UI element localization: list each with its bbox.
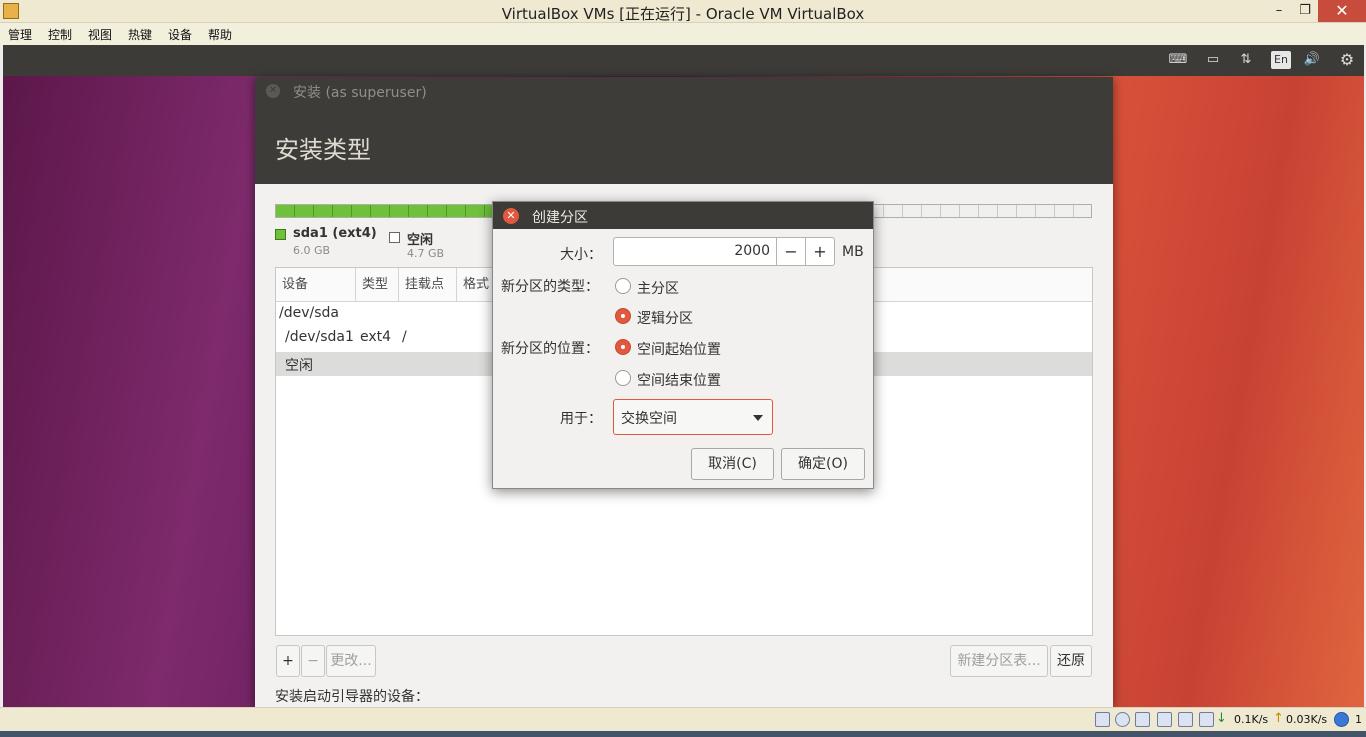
download-arrow-icon: ↓	[1216, 711, 1227, 726]
page-title: 安装类型	[275, 136, 371, 164]
close-icon[interactable]: ✕	[503, 208, 519, 224]
column-mount[interactable]: 挂载点	[399, 268, 457, 302]
radio-beginning[interactable]	[615, 339, 631, 355]
ok-button[interactable]: 确定(O)	[781, 448, 865, 480]
beginning-option-label[interactable]: 空间起始位置	[637, 339, 721, 359]
column-device[interactable]: 设备	[276, 268, 356, 302]
remove-partition-button[interactable]: −	[301, 645, 325, 677]
dialog-titlebar: ✕ 创建分区	[493, 202, 873, 229]
legend-label: 空闲	[407, 233, 434, 248]
boot-device-label: 安装启动引导器的设备：	[275, 689, 429, 705]
row-device: /dev/sda1	[285, 329, 354, 345]
radio-end[interactable]	[615, 370, 631, 386]
use-as-dropdown[interactable]: 交换空间	[613, 399, 773, 435]
host-titlebar: VirtualBox VMs [正在运行] - Oracle VM Virtua…	[0, 0, 1366, 23]
menu-control[interactable]: 控制	[48, 26, 72, 43]
hard-disk-icon[interactable]	[1095, 712, 1110, 727]
row-type: ext4	[360, 329, 392, 345]
size-input[interactable]: 2000 − +	[613, 237, 835, 266]
end-option-label[interactable]: 空间结束位置	[637, 370, 721, 390]
usb-icon[interactable]	[1157, 712, 1172, 727]
row-mount: /	[402, 329, 407, 345]
radio-primary[interactable]	[615, 278, 631, 294]
status-overflow: 1	[1355, 713, 1362, 726]
row-device: /dev/sda	[279, 305, 339, 321]
settings-gear-icon[interactable]: ⚙	[1337, 51, 1357, 69]
legend-label: sda1 (ext4)	[293, 226, 377, 241]
size-decrement-button[interactable]: −	[776, 238, 805, 265]
volume-icon[interactable]: 🔊	[1301, 51, 1323, 69]
partition-type-label: 新分区的类型：	[501, 279, 599, 295]
maximize-button[interactable]: ❐	[1292, 0, 1318, 22]
legend-item-free: 空闲 4.7 GB	[389, 229, 469, 261]
legend-swatch-free	[389, 232, 400, 243]
size-label: 大小：	[560, 247, 602, 263]
radio-logical[interactable]	[615, 308, 631, 324]
add-partition-button[interactable]: +	[276, 645, 300, 677]
network-icon[interactable]: ⇅	[1237, 51, 1255, 69]
size-increment-button[interactable]: +	[805, 238, 834, 265]
close-icon[interactable]: ✕	[266, 84, 280, 98]
keyboard-layout-indicator[interactable]: En	[1271, 51, 1291, 69]
menu-devices[interactable]: 设备	[168, 26, 192, 43]
cancel-button[interactable]: 取消(C)	[691, 448, 774, 480]
legend-size: 4.7 GB	[407, 247, 445, 260]
menu-view[interactable]: 视图	[88, 26, 112, 43]
new-partition-table-button[interactable]: 新建分区表...	[950, 645, 1048, 677]
keyboard-icon[interactable]: ⌨	[1167, 51, 1189, 69]
host-menubar: 管理 控制 视图 热键 设备 帮助	[0, 23, 1366, 45]
legend-item-sda1: sda1 (ext4) 6.0 GB	[275, 226, 395, 258]
windows-taskbar	[0, 731, 1366, 737]
ubuntu-top-panel: ⌨ ▭ ⇅ En 🔊 ⚙	[3, 45, 1364, 76]
revert-button[interactable]: 还原	[1050, 645, 1092, 677]
battery-icon[interactable]: ▭	[1201, 51, 1225, 69]
display-icon[interactable]	[1199, 712, 1214, 727]
network-adapter-icon[interactable]	[1135, 712, 1150, 727]
menu-manage[interactable]: 管理	[8, 26, 32, 43]
shared-folder-icon[interactable]	[1178, 712, 1193, 727]
logical-option-label[interactable]: 逻辑分区	[637, 308, 693, 328]
guest-desktop: ⌨ ▭ ⇅ En 🔊 ⚙ ✕ 安装 (as superuser) 安装类型 sd…	[3, 45, 1364, 707]
create-partition-dialog: ✕ 创建分区 大小： 2000 − + MB 新分区的类型： 主分区 逻辑分区 …	[492, 201, 874, 489]
add-icon[interactable]	[1334, 712, 1349, 727]
size-value[interactable]: 2000	[734, 243, 770, 259]
use-as-value: 交换空间	[621, 411, 677, 427]
partition-location-label: 新分区的位置：	[501, 341, 599, 357]
installer-titlebar: ✕ 安装 (as superuser) 安装类型	[255, 77, 1113, 184]
installer-window-title: 安装 (as superuser)	[293, 85, 427, 101]
change-partition-button[interactable]: 更改...	[326, 645, 376, 677]
primary-option-label[interactable]: 主分区	[637, 278, 679, 298]
host-window-title: VirtualBox VMs [正在运行] - Oracle VM Virtua…	[501, 5, 865, 23]
host-status-bar: ↓ 0.1K/s ↑ 0.03K/s 1	[0, 707, 1366, 737]
optical-drive-icon[interactable]	[1115, 712, 1130, 727]
download-rate: 0.1K/s	[1234, 713, 1269, 726]
legend-swatch-used	[275, 229, 286, 240]
minimize-button[interactable]: –	[1266, 0, 1292, 22]
menu-help[interactable]: 帮助	[208, 26, 232, 43]
size-unit: MB	[842, 244, 864, 260]
legend-size: 6.0 GB	[293, 244, 331, 257]
chevron-down-icon	[753, 415, 763, 421]
column-type[interactable]: 类型	[356, 268, 399, 302]
row-device: 空闲	[285, 358, 313, 374]
use-as-label: 用于：	[560, 411, 602, 427]
dialog-title: 创建分区	[532, 210, 588, 226]
menu-hotkeys[interactable]: 热键	[128, 26, 152, 43]
upload-rate: 0.03K/s	[1286, 713, 1328, 726]
upload-arrow-icon: ↑	[1273, 711, 1284, 726]
close-button[interactable]: ✕	[1318, 0, 1366, 22]
